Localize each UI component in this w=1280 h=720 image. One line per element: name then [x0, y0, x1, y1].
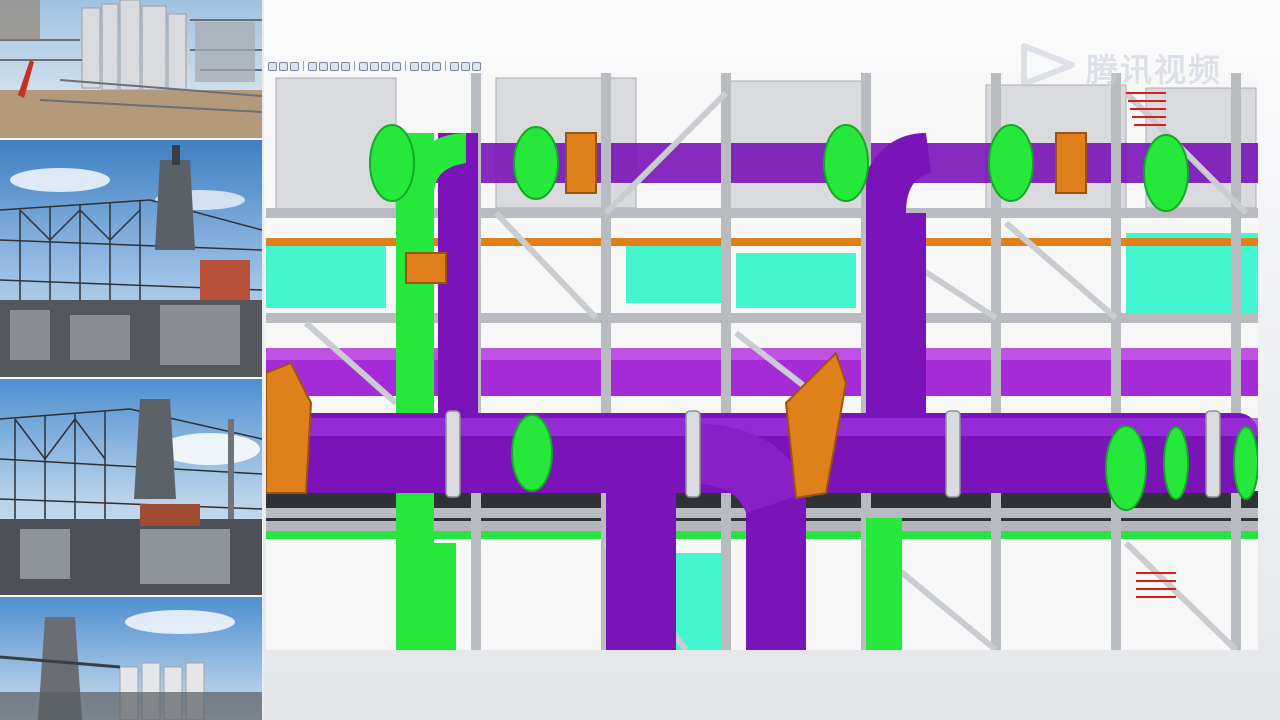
zoom-out-icon[interactable]	[319, 61, 328, 71]
settings-icon[interactable]	[461, 61, 470, 71]
play-logo-icon	[1018, 40, 1080, 95]
zoom-window-icon[interactable]	[330, 61, 339, 71]
pipe-rack-model	[266, 73, 1258, 650]
toolbar-separator	[354, 61, 355, 71]
measure-icon[interactable]	[421, 61, 430, 71]
steel-plant-photo-3[interactable]	[0, 597, 262, 720]
hide-icon[interactable]	[450, 61, 459, 71]
watermark-text: 腾讯视频	[1086, 50, 1223, 89]
video-watermark: 腾讯视频	[1018, 40, 1222, 95]
render-icon[interactable]	[392, 61, 401, 71]
rotate-icon[interactable]	[290, 61, 299, 71]
steel-plant-photo-2[interactable]	[0, 379, 262, 597]
fit-icon[interactable]	[341, 61, 350, 71]
toolbar-separator	[445, 61, 446, 71]
toolbar-separator	[303, 61, 304, 71]
pipe-3d-model-viewport[interactable]	[266, 73, 1258, 650]
view-top-icon[interactable]	[370, 61, 379, 71]
zoom-in-icon[interactable]	[308, 61, 317, 71]
section-icon[interactable]	[410, 61, 419, 71]
toolbar-separator	[405, 61, 406, 71]
refinery-site-photo[interactable]	[0, 0, 262, 140]
select-icon[interactable]	[268, 61, 277, 71]
view-iso-icon[interactable]	[381, 61, 390, 71]
viewer-toolbar	[268, 58, 481, 74]
photo-strip	[0, 0, 262, 720]
help-icon[interactable]	[472, 61, 481, 71]
steel-plant-photo-1[interactable]	[0, 140, 262, 379]
view-front-icon[interactable]	[359, 61, 368, 71]
layer-icon[interactable]	[432, 61, 441, 71]
pan-icon[interactable]	[279, 61, 288, 71]
